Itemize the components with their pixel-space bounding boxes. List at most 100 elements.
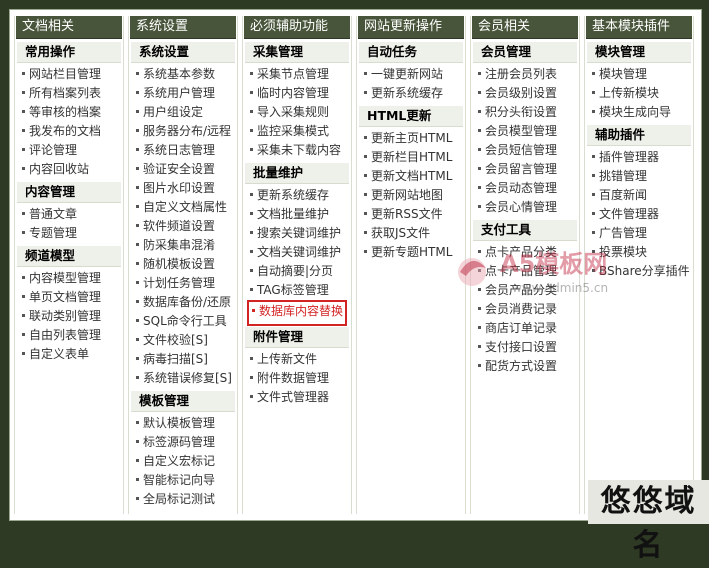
menu-item-anti-scraping[interactable]: 防采集串混淆 bbox=[129, 236, 237, 255]
menu-item-search-keywords[interactable]: 搜索关键词维护 bbox=[243, 224, 351, 243]
menu-item-update-home-html[interactable]: 更新主页HTML bbox=[357, 129, 465, 148]
menu-item-update-system-cache[interactable]: 更新系统缓存 bbox=[357, 84, 465, 103]
bullet-icon bbox=[136, 205, 139, 208]
menu-item-system-users[interactable]: 系统用户管理 bbox=[129, 84, 237, 103]
menu-item-tag-management[interactable]: TAG标签管理 bbox=[243, 281, 351, 300]
menu-item-file-check[interactable]: 文件校验[S] bbox=[129, 331, 237, 350]
menu-item-server-distribution[interactable]: 服务器分布/远程 bbox=[129, 122, 237, 141]
menu-item-custom-forms[interactable]: 自定义表单 bbox=[15, 345, 123, 364]
bullet-icon bbox=[478, 307, 481, 310]
menu-item-default-templates[interactable]: 默认模板管理 bbox=[129, 414, 237, 433]
menu-item-smart-tag-wizard[interactable]: 智能标记向导 bbox=[129, 471, 237, 490]
column-members: 会员相关 会员管理 注册会员列表 会员级别设置 积分头衔设置 会员模型管理 会员… bbox=[470, 16, 580, 514]
bullet-icon bbox=[22, 333, 25, 336]
menu-item-error-repair[interactable]: 系统错误修复[S] bbox=[129, 369, 237, 388]
column-document: 文档相关 常用操作 网站栏目管理 所有档案列表 等审核的档案 我发布的文档 评论… bbox=[14, 16, 124, 514]
menu-item-update-rss[interactable]: 更新RSS文件 bbox=[357, 205, 465, 224]
menu-item-tag-source[interactable]: 标签源码管理 bbox=[129, 433, 237, 452]
menu-item-virus-scan[interactable]: 病毒扫描[S] bbox=[129, 350, 237, 369]
menu-item-error-reports[interactable]: 挑错管理 bbox=[585, 167, 693, 186]
menu-item-modules[interactable]: 模块管理 bbox=[585, 65, 693, 84]
menu-item-custom-doc-attrs[interactable]: 自定义文档属性 bbox=[129, 198, 237, 217]
menu-item-card-categories[interactable]: 点卡产品分类 bbox=[471, 243, 579, 262]
menu-item-random-templates[interactable]: 随机模板设置 bbox=[129, 255, 237, 274]
menu-item-member-guestbook[interactable]: 会员留言管理 bbox=[471, 160, 579, 179]
menu-item-upload-module[interactable]: 上传新模块 bbox=[585, 84, 693, 103]
menu-item-store-orders[interactable]: 商店订单记录 bbox=[471, 319, 579, 338]
menu-item-monitor-mode[interactable]: 监控采集模式 bbox=[243, 122, 351, 141]
bullet-icon bbox=[136, 72, 139, 75]
menu-item-update-cache[interactable]: 更新系统缓存 bbox=[243, 186, 351, 205]
menu-item-points-titles[interactable]: 积分头衔设置 bbox=[471, 103, 579, 122]
menu-item-custom-macros[interactable]: 自定义宏标记 bbox=[129, 452, 237, 471]
menu-item-member-levels[interactable]: 会员级别设置 bbox=[471, 84, 579, 103]
menu-item-get-js[interactable]: 获取JS文件 bbox=[357, 224, 465, 243]
menu-item-update-topic-html[interactable]: 更新专题HTML bbox=[357, 243, 465, 262]
menu-item-member-activity[interactable]: 会员动态管理 bbox=[471, 179, 579, 198]
menu-item-module-wizard[interactable]: 模块生成向导 bbox=[585, 103, 693, 122]
bullet-icon bbox=[22, 148, 25, 151]
menu-item-card-products[interactable]: 点卡产品管理 bbox=[471, 262, 579, 281]
menu-item-articles[interactable]: 普通文章 bbox=[15, 205, 123, 224]
menu-item-scheduled-tasks[interactable]: 计划任务管理 bbox=[129, 274, 237, 293]
menu-item-image-watermark[interactable]: 图片水印设置 bbox=[129, 179, 237, 198]
menu-item-payment-interface[interactable]: 支付接口设置 bbox=[471, 338, 579, 357]
menu-item-member-product-categories[interactable]: 会员产品分类 bbox=[471, 281, 579, 300]
bullet-icon bbox=[364, 193, 367, 196]
menu-item-basic-params[interactable]: 系统基本参数 bbox=[129, 65, 237, 84]
menu-item-consumption-records[interactable]: 会员消费记录 bbox=[471, 300, 579, 319]
menu-item-auto-summary[interactable]: 自动摘要|分页 bbox=[243, 262, 351, 281]
menu-item-one-click-update[interactable]: 一键更新网站 bbox=[357, 65, 465, 84]
menu-item-system-logs[interactable]: 系统日志管理 bbox=[129, 141, 237, 160]
bullet-icon bbox=[136, 129, 139, 132]
menu-item-baidu-news[interactable]: 百度新闻 bbox=[585, 186, 693, 205]
menu-item-security-settings[interactable]: 验证安全设置 bbox=[129, 160, 237, 179]
menu-item-delivery-methods[interactable]: 配货方式设置 bbox=[471, 357, 579, 376]
menu-item-member-messages[interactable]: 会员短信管理 bbox=[471, 141, 579, 160]
menu-item-my-documents[interactable]: 我发布的文档 bbox=[15, 122, 123, 141]
bullet-icon bbox=[250, 212, 253, 215]
menu-item-free-lists[interactable]: 自由列表管理 bbox=[15, 326, 123, 345]
menu-item-plugin-manager[interactable]: 插件管理器 bbox=[585, 148, 693, 167]
menu-item-user-groups[interactable]: 用户组设定 bbox=[129, 103, 237, 122]
menu-item-doc-batch[interactable]: 文档批量维护 bbox=[243, 205, 351, 224]
menu-item-topics[interactable]: 专题管理 bbox=[15, 224, 123, 243]
menu-item-collect-nodes[interactable]: 采集节点管理 bbox=[243, 65, 351, 84]
menu-item-sql-tool[interactable]: SQL命令行工具 bbox=[129, 312, 237, 331]
menu-item-global-tag-test[interactable]: 全局标记测试 bbox=[129, 490, 237, 509]
menu-item-file-manager-plugin[interactable]: 文件管理器 bbox=[585, 205, 693, 224]
menu-item-update-doc-html[interactable]: 更新文档HTML bbox=[357, 167, 465, 186]
menu-item-import-rules[interactable]: 导入采集规则 bbox=[243, 103, 351, 122]
menu-item-content-models[interactable]: 内容模型管理 bbox=[15, 269, 123, 288]
bullet-icon bbox=[592, 269, 595, 272]
bullet-icon bbox=[478, 250, 481, 253]
menu-item-member-mood[interactable]: 会员心情管理 bbox=[471, 198, 579, 217]
menu-item-db-backup[interactable]: 数据库备份/还原 bbox=[129, 293, 237, 312]
menu-item-recycle-bin[interactable]: 内容回收站 bbox=[15, 160, 123, 179]
menu-item-attachment-data[interactable]: 附件数据管理 bbox=[243, 369, 351, 388]
menu-item-update-sitemap[interactable]: 更新网站地图 bbox=[357, 186, 465, 205]
menu-item-file-manager[interactable]: 文件式管理器 bbox=[243, 388, 351, 407]
menu-item-all-archives[interactable]: 所有档案列表 bbox=[15, 84, 123, 103]
menu-item-member-list[interactable]: 注册会员列表 bbox=[471, 65, 579, 84]
menu-item-ad-management[interactable]: 广告管理 bbox=[585, 224, 693, 243]
bullet-icon bbox=[250, 357, 253, 360]
menu-item-comments[interactable]: 评论管理 bbox=[15, 141, 123, 160]
menu-item-linked-categories[interactable]: 联动类别管理 bbox=[15, 307, 123, 326]
column-header-site-update: 网站更新操作 bbox=[358, 16, 464, 39]
bullet-icon bbox=[136, 110, 139, 113]
menu-item-doc-keywords[interactable]: 文档关键词维护 bbox=[243, 243, 351, 262]
group-title-common-ops: 常用操作 bbox=[17, 42, 121, 63]
menu-item-undownloaded[interactable]: 采集未下载内容 bbox=[243, 141, 351, 160]
menu-item-site-column[interactable]: 网站栏目管理 bbox=[15, 65, 123, 84]
menu-item-temp-content[interactable]: 临时内容管理 bbox=[243, 84, 351, 103]
menu-item-vote-module[interactable]: 投票模块 bbox=[585, 243, 693, 262]
menu-item-db-content-replace[interactable]: 数据库内容替换 bbox=[247, 300, 347, 326]
menu-item-update-column-html[interactable]: 更新栏目HTML bbox=[357, 148, 465, 167]
menu-item-pending-archives[interactable]: 等审核的档案 bbox=[15, 103, 123, 122]
menu-item-member-models[interactable]: 会员模型管理 bbox=[471, 122, 579, 141]
menu-item-software-channel[interactable]: 软件频道设置 bbox=[129, 217, 237, 236]
menu-item-single-page[interactable]: 单页文档管理 bbox=[15, 288, 123, 307]
menu-item-bshare-plugin[interactable]: BShare分享插件 bbox=[585, 262, 693, 281]
menu-item-upload-file[interactable]: 上传新文件 bbox=[243, 350, 351, 369]
